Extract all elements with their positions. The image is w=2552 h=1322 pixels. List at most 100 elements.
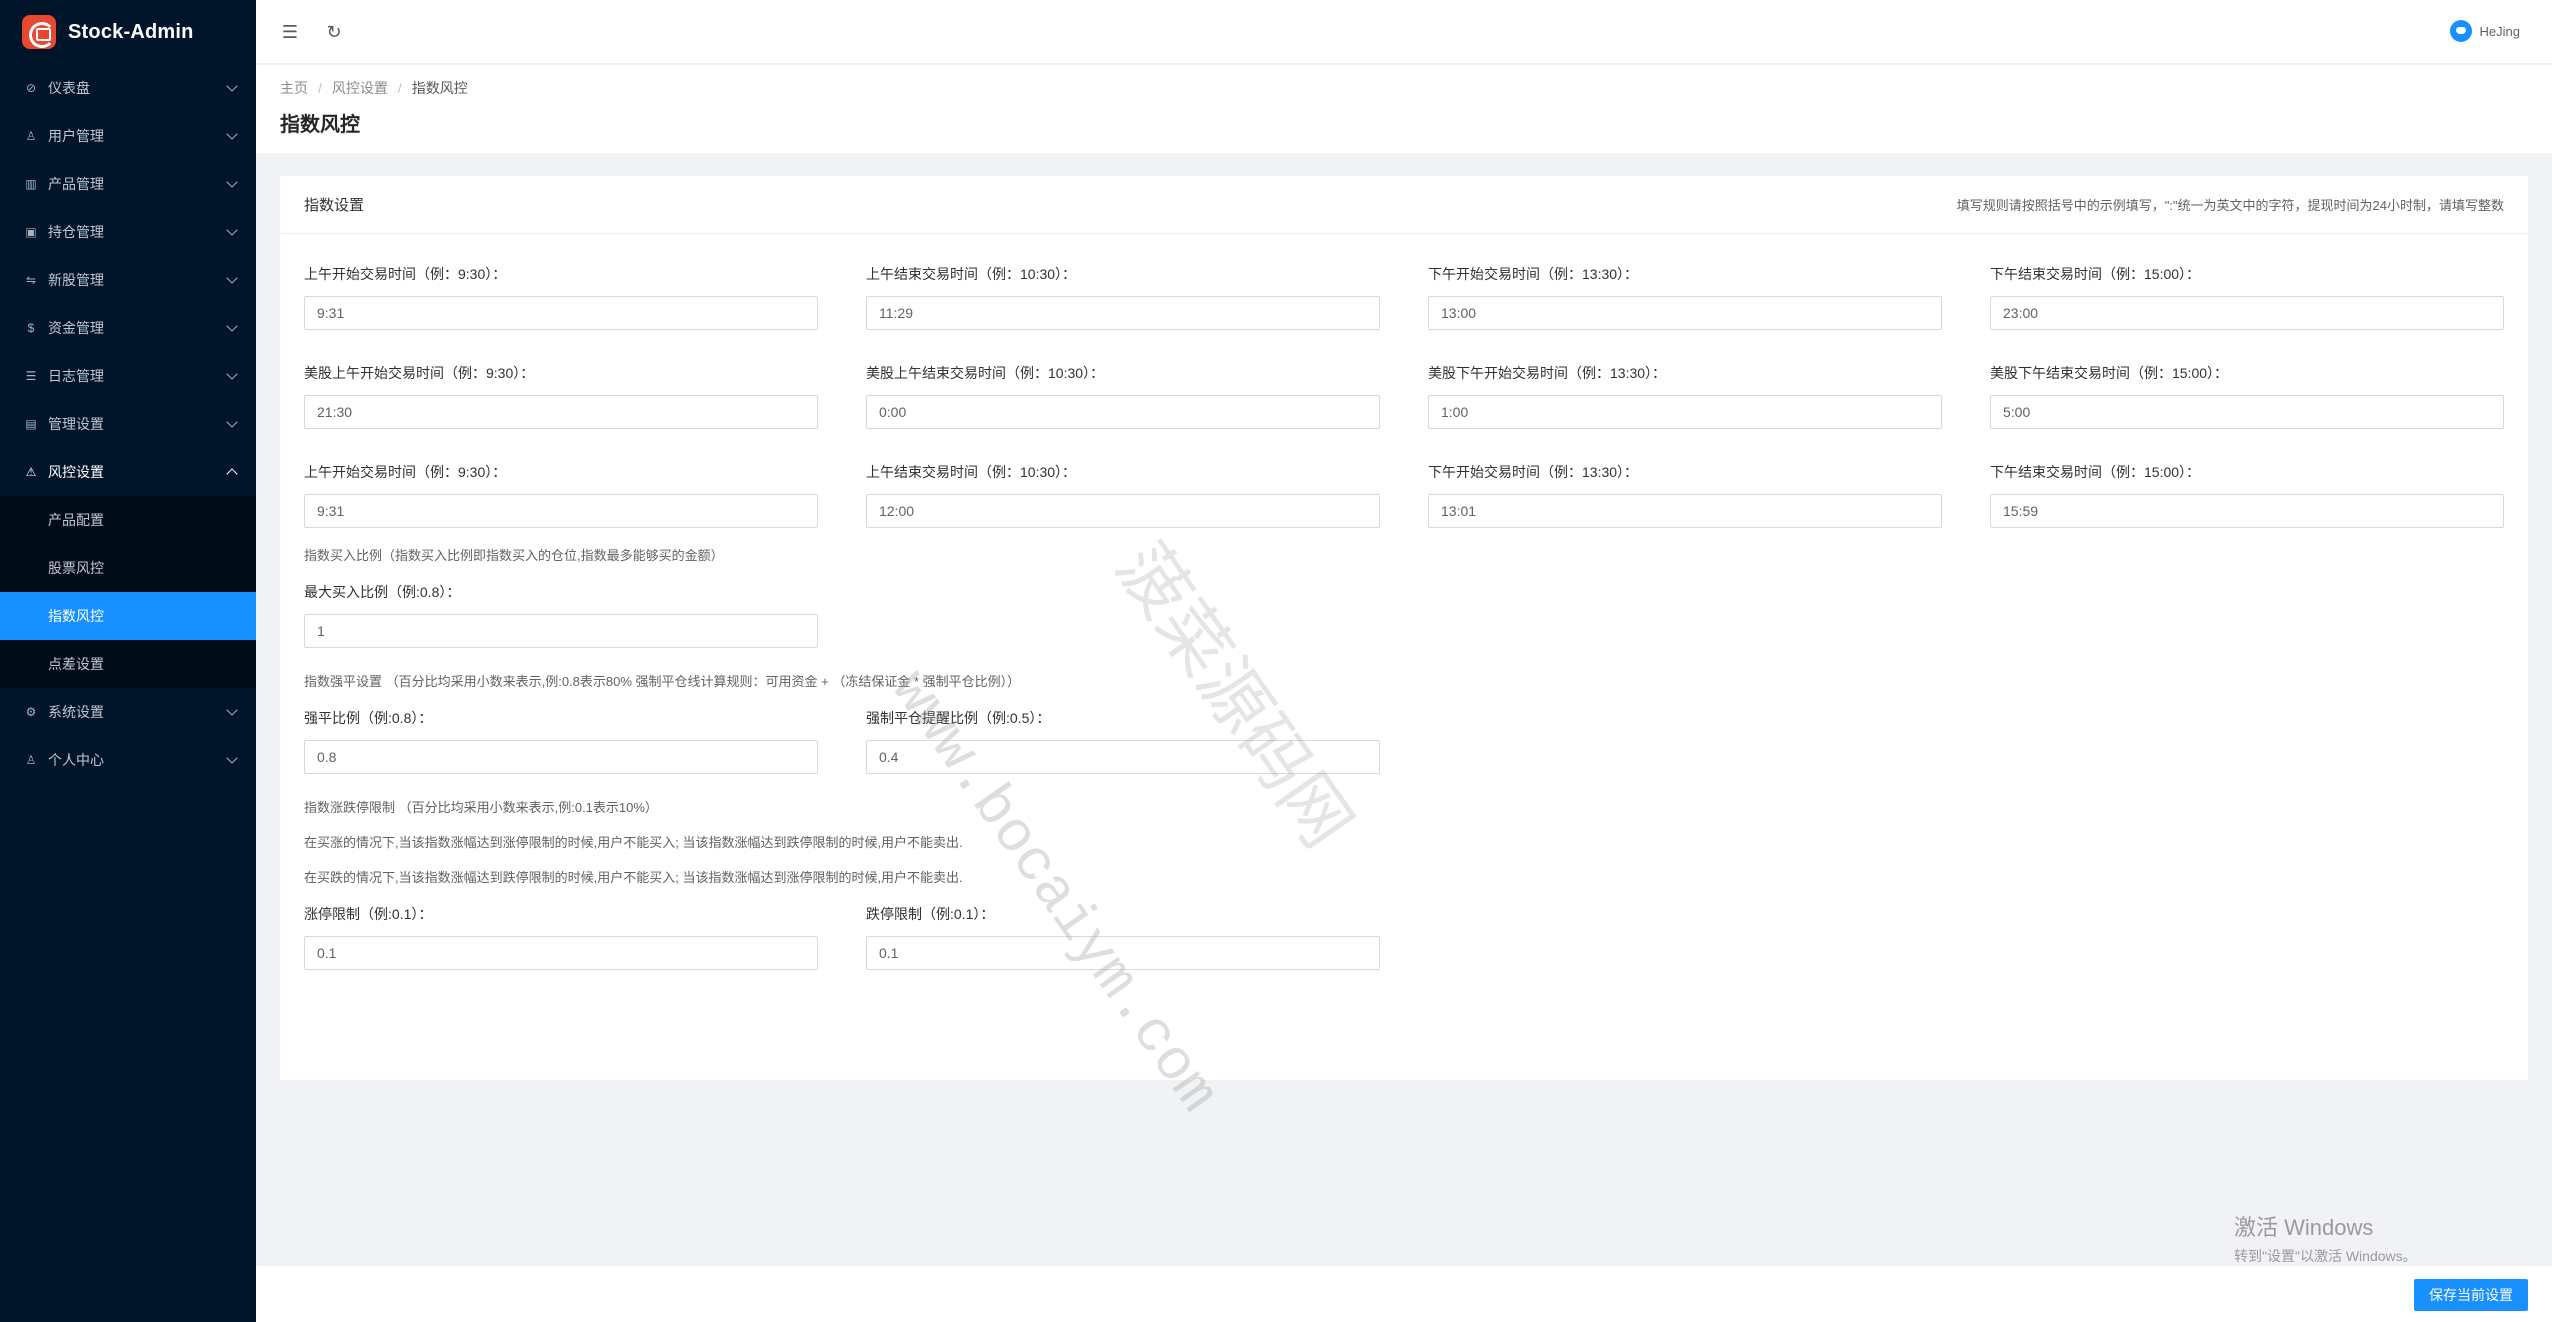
max-buy-ratio-input[interactable] [304, 614, 818, 648]
field-label: 上午结束交易时间（例：10:30）： [866, 464, 1077, 480]
chevron-down-icon [226, 416, 238, 428]
sidebar-item-label: 管理设置 [48, 416, 104, 432]
windows-activation-watermark: 激活 Windows 转到"设置"以激活 Windows。 [2234, 1210, 2417, 1266]
form-field: 美股下午结束交易时间（例：15:00）： [1990, 363, 2504, 429]
user-menu[interactable]: HeJing [2449, 20, 2520, 42]
position-icon: ▣ [25, 225, 37, 239]
dashboard-icon: ⊘ [25, 81, 37, 95]
card-hint: 填写规则请按照括号中的示例填写，":"统一为英文中的字符，提现时间为24小时制，… [1956, 198, 2504, 213]
breadcrumb-home[interactable]: 主页 [280, 78, 308, 98]
log-icon: ☰ [25, 369, 37, 383]
us-pm-end-input[interactable] [1990, 395, 2504, 429]
am-end-input-2[interactable] [866, 494, 1380, 528]
pm-end-input-2[interactable] [1990, 494, 2504, 528]
field-label: 美股下午开始交易时间（例：13:30）： [1428, 365, 1667, 381]
sidebar-item-positions[interactable]: ▣ 持仓管理 [0, 208, 256, 256]
form-field: 上午结束交易时间（例：10:30）： [866, 462, 1380, 528]
am-end-input[interactable] [866, 296, 1380, 330]
field-label: 美股上午结束交易时间（例：10:30）： [866, 365, 1105, 381]
sidebar-item-users[interactable]: ♙ 用户管理 [0, 112, 256, 160]
sidebar-item-label: 持仓管理 [48, 224, 104, 240]
sidebar-item-admin-settings[interactable]: ▤ 管理设置 [0, 400, 256, 448]
sidebar-item-dashboard[interactable]: ⊘ 仪表盘 [0, 64, 256, 112]
us-am-start-input[interactable] [304, 395, 818, 429]
sidebar-item-logs[interactable]: ☰ 日志管理 [0, 352, 256, 400]
user-icon: ♙ [25, 753, 37, 767]
sidebar-subitem-index-risk[interactable]: 指数风控 [0, 592, 256, 640]
chevron-down-icon [226, 80, 238, 92]
chevron-down-icon [226, 176, 238, 188]
pm-start-input[interactable] [1428, 296, 1942, 330]
field-label: 上午开始交易时间（例：9:30）： [304, 464, 507, 480]
sidebar-item-label: 新股管理 [48, 272, 104, 288]
chevron-down-icon [226, 368, 238, 380]
chevron-down-icon [226, 704, 238, 716]
field-label: 下午结束交易时间（例：15:00）： [1990, 266, 2201, 282]
limit-note: 指数涨跌停限制 （百分比均采用小数来表示,例:0.1表示10%） [304, 800, 658, 815]
page-header: 主页 / 风控设置 / 指数风控 指数风控 [256, 65, 2552, 153]
field-label: 涨停限制（例:0.1）： [304, 906, 433, 922]
breadcrumb-separator: / [318, 80, 322, 96]
app-logo[interactable]: Stock-Admin [0, 0, 256, 64]
field-label: 美股上午开始交易时间（例：9:30）： [304, 365, 535, 381]
windows-activation-title: 激活 Windows [2234, 1215, 2374, 1240]
breadcrumb: 主页 / 风控设置 / 指数风控 [280, 78, 2552, 98]
page-title: 指数风控 [280, 114, 360, 136]
field-label: 强平比例（例:0.8）： [304, 710, 433, 726]
form-field: 上午开始交易时间（例：9:30）： [304, 264, 818, 330]
field-label: 下午结束交易时间（例：15:00）： [1990, 464, 2201, 480]
liquidation-warning-input[interactable] [866, 740, 1380, 774]
sidebar-item-ipo[interactable]: ⇋ 新股管理 [0, 256, 256, 304]
refresh-icon[interactable]: ↻ [324, 22, 344, 42]
windows-activation-subtitle: 转到"设置"以激活 Windows。 [2234, 1248, 2417, 1264]
sidebar-item-products[interactable]: ▥ 产品管理 [0, 160, 256, 208]
pm-start-input-2[interactable] [1428, 494, 1942, 528]
limit-row: 涨停限制（例:0.1）： 跌停限制（例:0.1）： [304, 904, 2504, 970]
us-am-end-input[interactable] [866, 395, 1380, 429]
form-field: 美股下午开始交易时间（例：13:30）： [1428, 363, 1942, 429]
form-field: 下午结束交易时间（例：15:00）： [1990, 264, 2504, 330]
sidebar-subitem-product-config[interactable]: 产品配置 [0, 496, 256, 544]
liquidation-ratio-input[interactable] [304, 740, 818, 774]
avatar [2449, 20, 2472, 42]
form-field: 下午开始交易时间（例：13:30）： [1428, 264, 1942, 330]
save-settings-button[interactable]: 保存当前设置 [2414, 1279, 2528, 1311]
am-start-input[interactable] [304, 296, 818, 330]
sidebar-subitem-stock-risk[interactable]: 股票风控 [0, 544, 256, 592]
sidebar-item-label: 产品管理 [48, 176, 104, 192]
bar-chart-icon: ▥ [25, 177, 37, 191]
breadcrumb-parent[interactable]: 风控设置 [332, 78, 388, 98]
trading-time-row-2: 上午开始交易时间（例：9:30）： 上午结束交易时间（例：10:30）： 下午开… [304, 462, 2504, 528]
form-field: 美股上午结束交易时间（例：10:30）： [866, 363, 1380, 429]
card-title: 指数设置 [304, 197, 365, 214]
us-trading-time-row: 美股上午开始交易时间（例：9:30）： 美股上午结束交易时间（例：10:30）：… [304, 363, 2504, 429]
field-label: 下午开始交易时间（例：13:30）： [1428, 464, 1639, 480]
sidebar-item-label: 仪表盘 [48, 80, 90, 96]
sidebar-item-funds[interactable]: $ 资金管理 [0, 304, 256, 352]
am-start-input-2[interactable] [304, 494, 818, 528]
sidebar-item-system-settings[interactable]: ⚙ 系统设置 [0, 688, 256, 736]
form-field: 跌停限制（例:0.1）： [866, 904, 1380, 970]
form-field: 强平比例（例:0.8）： [304, 708, 818, 774]
funds-icon: $ [27, 321, 35, 335]
field-label: 上午开始交易时间（例：9:30）： [304, 266, 507, 282]
limit-rule-down: 在买跌的情况下,当该指数涨幅达到跌停限制的时候,用户不能买入; 当该指数涨幅达到… [304, 870, 963, 885]
chevron-up-icon [226, 468, 238, 480]
form-field: 上午结束交易时间（例：10:30）： [866, 264, 1380, 330]
pm-end-input[interactable] [1990, 296, 2504, 330]
sidebar-item-label: 资金管理 [48, 320, 104, 336]
form-field: 下午结束交易时间（例：15:00）： [1990, 462, 2504, 528]
sidebar-item-risk-settings[interactable]: ⚠ 风控设置 [0, 448, 256, 496]
ipo-icon: ⇋ [25, 273, 37, 287]
field-label: 跌停限制（例:0.1）： [866, 906, 995, 922]
sidebar-item-label: 风控设置 [48, 464, 104, 480]
form-field: 美股上午开始交易时间（例：9:30）： [304, 363, 818, 429]
risk-submenu: 产品配置 股票风控 指数风控 点差设置 [0, 496, 256, 688]
menu-fold-icon[interactable]: ☰ [280, 22, 300, 42]
sidebar-subitem-spread[interactable]: 点差设置 [0, 640, 256, 688]
warning-icon: ⚠ [25, 465, 37, 479]
limit-up-input[interactable] [304, 936, 818, 970]
sidebar-item-profile[interactable]: ♙ 个人中心 [0, 736, 256, 784]
us-pm-start-input[interactable] [1428, 395, 1942, 429]
limit-down-input[interactable] [866, 936, 1380, 970]
